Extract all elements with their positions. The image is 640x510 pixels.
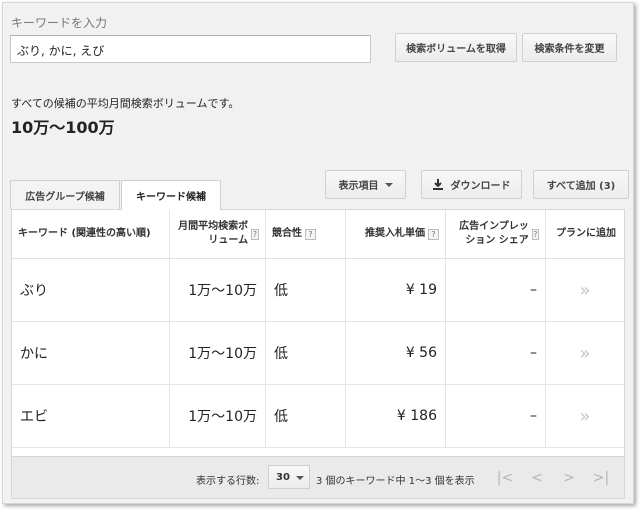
competition-cell: 低 <box>266 322 346 384</box>
download-icon <box>432 179 443 190</box>
summary-text: すべての候補の平均月間検索ボリュームです。 <box>11 97 240 110</box>
table-row: かに 1万〜10万 低 ¥ 56 – » <box>12 322 624 385</box>
last-page-icon[interactable]: >| <box>588 465 614 491</box>
add-all-button[interactable]: すべて追加 (3) <box>533 170 629 199</box>
add-to-plan-button[interactable]: » <box>546 259 624 321</box>
rows-per-page-label: 表示する行数: <box>196 476 260 487</box>
keyword-input[interactable]: ぶり, かに, えび <box>10 35 371 63</box>
add-to-plan-button[interactable]: » <box>546 322 624 384</box>
competition-cell: 低 <box>266 259 346 321</box>
next-page-icon[interactable]: > <box>556 465 582 491</box>
keyword-cell: ぶり <box>12 259 170 321</box>
competition-cell: 低 <box>266 385 346 447</box>
impression-cell: – <box>446 385 546 447</box>
edit-criteria-button[interactable]: 検索条件を変更 <box>522 33 617 62</box>
summary-value: 10万〜100万 <box>11 118 115 137</box>
keyword-table: キーワード (関連性の高い順) 月間平均検索ボリューム ? 競合性 ? 推奨入札… <box>11 209 626 457</box>
table-footer: 表示する行数: 30 3 個のキーワード中 1〜3 個を表示 |< < > >| <box>11 457 625 499</box>
previous-page-icon[interactable]: < <box>524 465 550 491</box>
get-volume-button[interactable]: 検索ボリュームを取得 <box>395 33 517 62</box>
keyword-cell: かに <box>12 322 170 384</box>
header-volume-label: 月間平均検索ボリューム <box>178 221 249 246</box>
double-chevron-right-icon: » <box>579 405 591 427</box>
table-row: ぶり 1万〜10万 低 ¥ 19 – » <box>12 259 624 322</box>
impression-cell: – <box>446 259 546 321</box>
columns-label: 表示項目 <box>338 181 379 192</box>
chevron-down-icon <box>384 182 393 187</box>
add-to-plan-button[interactable]: » <box>546 385 624 447</box>
tab-keyword-ideas[interactable]: キーワード候補 <box>121 180 221 210</box>
header-competition[interactable]: 競合性 ? <box>266 210 346 259</box>
volume-cell: 1万〜10万 <box>170 385 266 447</box>
download-label: ダウンロード <box>450 181 511 192</box>
header-keyword[interactable]: キーワード (関連性の高い順) <box>12 210 170 259</box>
header-bid-label: 推奨入札単価 <box>365 228 425 239</box>
impression-cell: – <box>446 322 546 384</box>
first-page-icon[interactable]: |< <box>492 465 518 491</box>
chevron-down-icon <box>296 476 304 480</box>
table-row: エビ 1万〜10万 低 ¥ 186 – » <box>12 385 624 448</box>
bid-cell: ¥ 19 <box>346 259 446 321</box>
help-icon[interactable]: ? <box>531 228 539 240</box>
header-add-to-plan: プランに追加 <box>546 210 626 259</box>
keyword-planner-panel: キーワードを入力 ぶり, かに, えび 検索ボリュームを取得 検索条件を変更 す… <box>2 2 634 504</box>
keyword-cell: エビ <box>12 385 170 447</box>
rows-per-page-select[interactable]: 30 <box>268 465 310 489</box>
pagination-range-text: 3 個のキーワード中 1〜3 個を表示 <box>316 476 475 487</box>
bid-cell: ¥ 56 <box>346 322 446 384</box>
double-chevron-right-icon: » <box>579 342 591 364</box>
double-chevron-right-icon: » <box>579 279 591 301</box>
rows-per-page-value: 30 <box>276 471 290 483</box>
volume-cell: 1万〜10万 <box>170 322 266 384</box>
columns-button[interactable]: 表示項目 <box>325 170 406 199</box>
bid-cell: ¥ 186 <box>346 385 446 447</box>
help-icon[interactable]: ? <box>305 228 316 240</box>
header-competition-label: 競合性 <box>272 228 302 239</box>
header-bid[interactable]: 推奨入札単価 ? <box>346 210 446 259</box>
header-volume[interactable]: 月間平均検索ボリューム ? <box>170 210 266 259</box>
header-impression-share[interactable]: 広告インプレッション シェア ? <box>446 210 546 259</box>
volume-cell: 1万〜10万 <box>170 259 266 321</box>
help-icon[interactable]: ? <box>251 228 259 240</box>
header-impression-label: 広告インプレッション シェア <box>459 221 529 246</box>
download-button[interactable]: ダウンロード <box>421 170 522 199</box>
help-icon[interactable]: ? <box>428 228 439 240</box>
tab-ad-group-ideas[interactable]: 広告グループ候補 <box>10 180 120 209</box>
keyword-input-label: キーワードを入力 <box>11 16 108 30</box>
